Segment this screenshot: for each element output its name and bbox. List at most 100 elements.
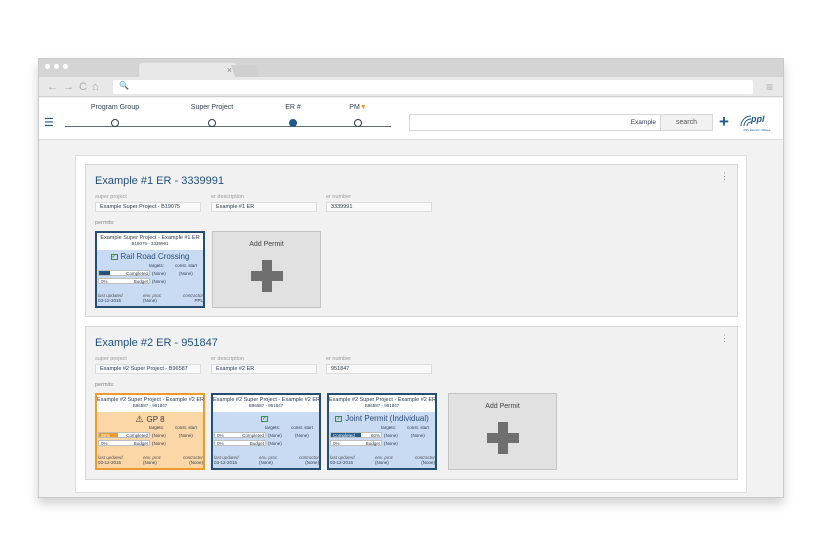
budget-caption: Budget [133, 441, 148, 446]
const-start-label: const. start [407, 425, 430, 430]
footer-value: 03-12-2015 [330, 460, 354, 465]
completed-row: Completed 60% (None) (None) [329, 432, 435, 439]
permit-name-text: GP 8 [146, 415, 165, 424]
permit-name-text: Joint Permit (Individual) [345, 414, 429, 423]
permit-card[interactable]: Example #2 Super Project - Example #2 ER… [327, 393, 437, 470]
completed-pct: 22% [101, 271, 111, 276]
footer-contractor: contractor PPL [181, 293, 203, 303]
browser-tab[interactable]: × [139, 63, 237, 77]
er-number-field: er number 951847 [326, 356, 432, 374]
footer-last-updated: last updated 03-12-2015 [98, 293, 123, 303]
budget-bar: 0% Budget [98, 440, 150, 446]
browser-menu-icon[interactable]: ≡ [766, 80, 773, 94]
search-button[interactable]: search [660, 115, 712, 130]
budget-bar: 0% Budget [214, 440, 266, 446]
permit-name: ✓ Joint Permit (Individual) [329, 414, 435, 423]
footer-value: (None) [259, 460, 273, 465]
add-button[interactable]: + [717, 113, 731, 130]
permit-subtitle: B96587 - 951847 [132, 403, 168, 408]
budget-pct: 0% [101, 279, 108, 284]
field-value[interactable]: 951847 [326, 364, 432, 374]
budget-target: (None) [152, 441, 166, 446]
hamburger-menu-icon[interactable]: ☰ [44, 118, 54, 129]
add-permit-label: Add Permit [485, 403, 520, 410]
super-project-field: super project Example Super Project - B1… [95, 194, 201, 212]
er-description-field: er description Example #2 ER [211, 356, 317, 374]
window-minimize-dot[interactable] [54, 64, 59, 69]
search-input[interactable]: Example search [409, 114, 713, 131]
warning-icon: ⚠ [135, 414, 144, 424]
field-label: er description [211, 194, 245, 200]
plus-icon [487, 422, 519, 454]
const-start-label: const. start [175, 425, 198, 430]
budget-caption: Budget [249, 441, 264, 446]
add-permit-button[interactable]: Add Permit [212, 231, 321, 308]
permit-header: Example #2 Super Project - Example #2 ER… [213, 395, 320, 412]
field-label: er description [211, 356, 245, 362]
permit-subtitle: B96587 - 951847 [364, 403, 400, 408]
targets-label: targets: [149, 263, 165, 268]
completed-bar: 38% Completed [98, 432, 150, 438]
step-circle[interactable] [354, 119, 362, 127]
plus-icon [251, 260, 283, 292]
permit-subtitle: B19075 - 3339991 [131, 241, 169, 246]
field-value[interactable]: 3339991 [326, 202, 432, 212]
browser-tab-bar: × [39, 59, 783, 77]
step-circle-active[interactable] [289, 119, 297, 127]
chevron-down-icon[interactable]: ▼ [360, 104, 367, 111]
footer-value: 03-12-2015 [214, 460, 238, 465]
budget-pct: 0% [333, 441, 340, 446]
field-value[interactable]: Example #2 Super Project - B96587 [95, 364, 201, 374]
er-number-field: er number 3339991 [326, 194, 432, 212]
reload-icon[interactable]: C [79, 80, 87, 94]
field-value[interactable]: Example #1 ER [211, 202, 317, 212]
field-value[interactable]: Example #2 ER [211, 364, 317, 374]
more-options-icon[interactable]: ⋮ [720, 171, 729, 182]
permits-label: permits: [95, 382, 115, 388]
window-close-dot[interactable] [45, 64, 50, 69]
step-label: Super Project [190, 104, 234, 111]
completed-const-start: (None) [179, 271, 193, 276]
footer-env-proc: env. proc (None) [143, 293, 161, 303]
budget-target: (None) [152, 279, 166, 284]
ppl-logo: ppl PPL Electric Utilities [737, 110, 777, 136]
field-label: super project [95, 194, 127, 200]
more-options-icon[interactable]: ⋮ [720, 333, 729, 344]
step-pm[interactable]: PM▼ [318, 102, 398, 127]
footer-env-proc: env. proc (None) [143, 455, 161, 465]
completed-pct: 38% [101, 433, 111, 438]
address-bar-row: ← → C ⌂ 🔍 ≡ [39, 77, 783, 97]
forward-icon[interactable]: → [63, 80, 74, 94]
main-content: Example #1 ER - 3339991 ⋮ super project … [75, 155, 747, 493]
permit-card[interactable]: Example #2 Super Project - Example #2 ER… [95, 393, 205, 470]
footer-value: (None) [143, 298, 157, 303]
completed-bar: 0% Completed [214, 432, 266, 438]
footer-last-updated: last updated 03-12-2015 [214, 455, 239, 465]
step-circle[interactable] [208, 119, 216, 127]
url-input[interactable]: 🔍 [113, 80, 753, 94]
home-icon[interactable]: ⌂ [92, 80, 99, 94]
permit-card[interactable]: Example #2 Super Project - Example #2 ER… [211, 393, 321, 470]
permit-footer: last updated 03-12-2015 env. proc (None) c… [97, 455, 203, 467]
back-icon[interactable]: ← [47, 80, 58, 94]
logo-subtitle: PPL Electric Utilities [743, 128, 771, 132]
add-permit-button[interactable]: Add Permit [448, 393, 557, 470]
step-program-group[interactable]: Program Group [75, 102, 155, 127]
search-icon: 🔍 [119, 81, 129, 90]
field-value[interactable]: Example Super Project - B19075 [95, 202, 201, 212]
permit-header: Example Super Project - Example #1 ER B1… [97, 233, 203, 250]
step-circle[interactable] [111, 119, 119, 127]
step-super-project[interactable]: Super Project [172, 102, 252, 127]
step-label: PM▼ [318, 102, 398, 114]
permit-name: ✓ [213, 414, 319, 423]
footer-value: (None) [143, 460, 157, 465]
add-permit-label: Add Permit [249, 241, 284, 248]
super-project-field: super project Example #2 Super Project -… [95, 356, 201, 374]
new-tab-button[interactable] [230, 65, 260, 77]
browser-window: × ← → C ⌂ 🔍 ≡ ☰ Program Group Super Proj… [38, 58, 784, 498]
footer-env-proc: env. proc (None) [375, 455, 393, 465]
logo-text: ppl [751, 114, 765, 124]
permit-card[interactable]: Example Super Project - Example #1 ER B1… [95, 231, 205, 308]
window-maximize-dot[interactable] [63, 64, 68, 69]
permit-footer: last updated 03-12-2015 env. proc (None) c… [97, 293, 203, 305]
